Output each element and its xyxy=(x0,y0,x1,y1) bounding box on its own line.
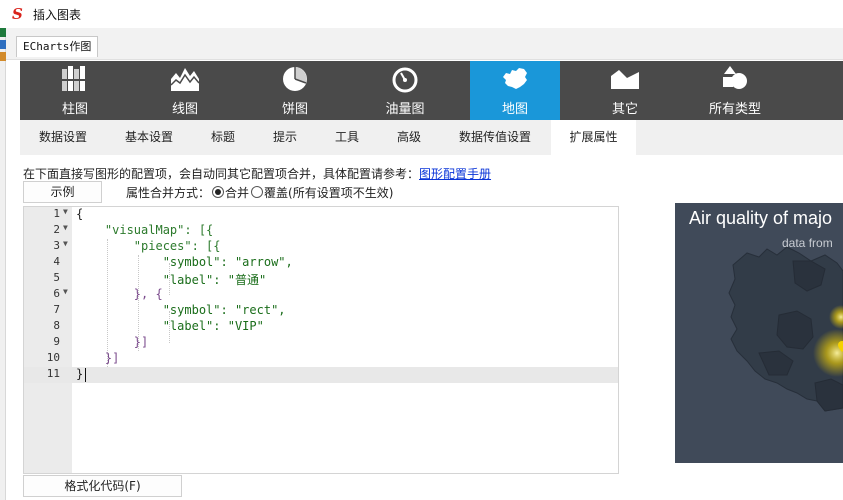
app-logo-icon: S xyxy=(12,5,23,23)
chart-type-label: 柱图 xyxy=(61,102,88,117)
gauge-icon xyxy=(392,67,418,93)
code-line: 10 }] xyxy=(46,351,120,365)
config-hint: 在下面直接写图形的配置项，会自动同其它配置项合并，具体配置请参考：图形配置手册 xyxy=(23,165,491,182)
code-editor[interactable]: 1 ▼ { 2 ▼ "visualMap": [{ 3 ▼ "pieces": [{ … xyxy=(23,206,619,474)
chart-type-gauge[interactable]: 油量图 xyxy=(360,61,450,120)
format-code-button[interactable]: 格式化代码(F) xyxy=(23,475,182,497)
title-bar: S 插入图表 xyxy=(0,0,843,28)
merge-option-label[interactable]: 合并 xyxy=(225,184,249,201)
merge-mode-row: 属性合并方式： 合并 覆盖(所有设置项不生效) xyxy=(126,184,393,200)
override-radio[interactable] xyxy=(251,186,264,198)
tab-data-transfer-settings[interactable]: 数据传值设置 xyxy=(445,120,545,155)
tab-title[interactable]: 标题 xyxy=(192,120,254,155)
hint-text: 在下面直接写图形的配置项，会自动同其它配置项合并，具体配置请参考： xyxy=(23,167,420,181)
chart-type-label: 油量图 xyxy=(385,102,425,117)
settings-tabs: 数据设置 基本设置 标题 提示 工具 高级 数据传值设置 扩展属性 xyxy=(20,120,843,155)
example-button[interactable]: 示例 xyxy=(23,181,102,203)
code-line: 7 "symbol": "rect", xyxy=(53,303,286,317)
override-option-label[interactable]: 覆盖(所有设置项不生效) xyxy=(264,184,393,201)
line-chart-icon xyxy=(170,68,200,91)
tab-basic-settings[interactable]: 基本设置 xyxy=(106,120,192,155)
code-line-current: 11 } xyxy=(24,367,618,383)
chart-type-map[interactable]: 地图 xyxy=(470,61,560,120)
chart-type-label: 线图 xyxy=(171,102,198,117)
chart-type-label: 所有类型 xyxy=(708,102,761,117)
background-window-edge xyxy=(0,28,6,500)
code-line: 8 "label": "VIP" xyxy=(53,319,264,333)
preview-title: Air quality of majo xyxy=(689,208,833,228)
chart-type-pie-chart[interactable]: 饼图 xyxy=(250,61,340,120)
code-line: 5 "label": "普通" xyxy=(53,271,267,287)
tab-data-settings[interactable]: 数据设置 xyxy=(20,120,106,155)
fold-arrow-icon: ▼ xyxy=(63,239,68,248)
map-icon xyxy=(503,68,527,89)
tab-echarts[interactable]: ECharts作图 xyxy=(16,36,99,57)
tab-tooltip[interactable]: 提示 xyxy=(254,120,316,155)
code-line: 1 ▼ { xyxy=(53,207,84,221)
merge-mode-label: 属性合并方式： xyxy=(126,185,211,200)
merge-radio[interactable] xyxy=(212,186,225,198)
fold-arrow-icon: ▼ xyxy=(63,207,68,216)
tab-extended-properties[interactable]: 扩展属性 xyxy=(551,120,636,155)
chart-type-label: 其它 xyxy=(611,102,638,117)
pie-chart-icon xyxy=(283,67,307,91)
chart-type-bar: 柱图 线图 饼图 油量图 地图 其它 所有类型 xyxy=(20,61,843,120)
code-line: 4 "symbol": "arrow", xyxy=(53,255,293,269)
chart-preview: Air quality of majo data from xyxy=(675,203,843,463)
manual-link[interactable]: 图形配置手册 xyxy=(419,167,491,181)
chart-type-line-chart[interactable]: 线图 xyxy=(140,61,230,120)
chart-type-label: 饼图 xyxy=(281,102,308,117)
text-caret xyxy=(85,368,86,382)
code-line: 9 }] xyxy=(53,335,149,349)
chart-type-label: 地图 xyxy=(501,102,528,117)
bar-chart-icon xyxy=(62,66,85,91)
chart-type-bar-chart[interactable]: 柱图 xyxy=(30,61,120,120)
code-line: 6 ▼ }, { xyxy=(53,287,163,301)
code-line: 2 ▼ "visualMap": [{ xyxy=(53,223,214,237)
tab-advanced[interactable]: 高级 xyxy=(378,120,440,155)
chart-type-all[interactable]: 所有类型 xyxy=(690,61,780,120)
window-title: 插入图表 xyxy=(33,8,82,22)
preview-subtitle: data from xyxy=(782,236,833,250)
other-chart-icon xyxy=(611,70,639,89)
code-line: 3 ▼ "pieces": [{ xyxy=(53,239,221,253)
dialog-header-band xyxy=(6,28,843,60)
fold-arrow-icon: ▼ xyxy=(63,287,68,296)
tab-tools[interactable]: 工具 xyxy=(316,120,378,155)
chart-type-other[interactable]: 其它 xyxy=(580,61,670,120)
all-types-icon xyxy=(723,66,747,89)
fold-arrow-icon: ▼ xyxy=(63,223,68,232)
